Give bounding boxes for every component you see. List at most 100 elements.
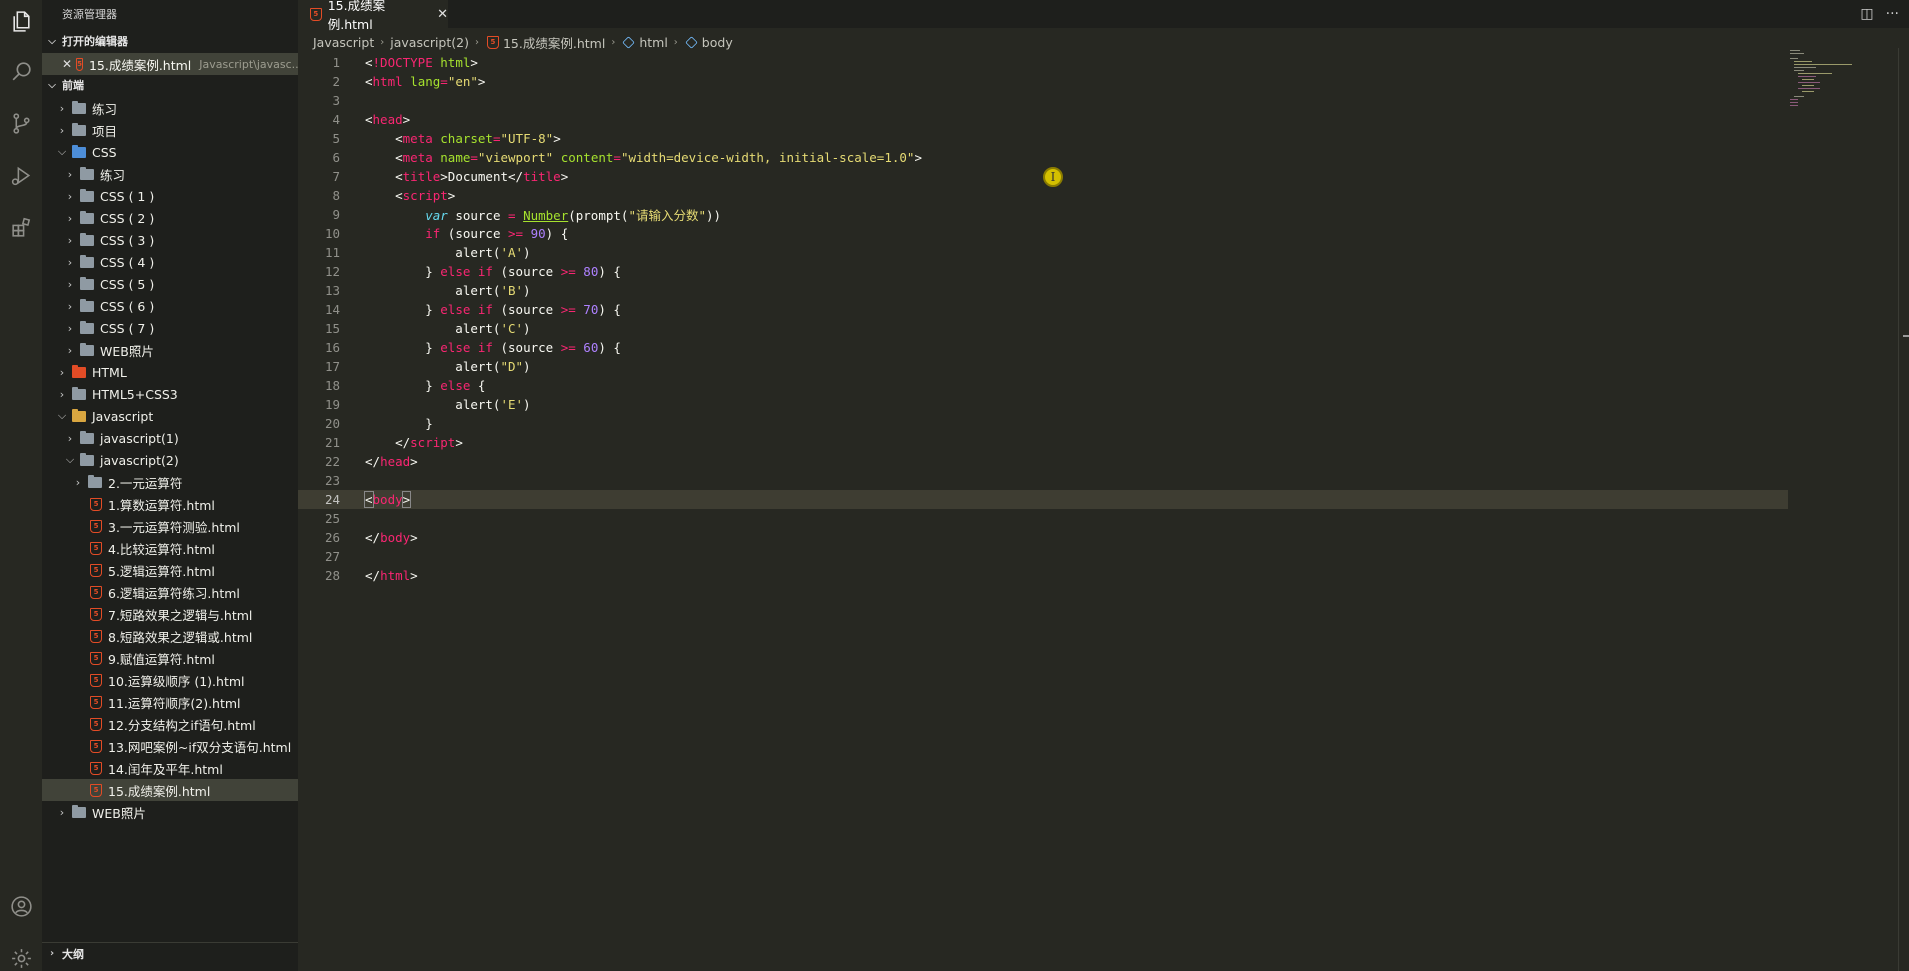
tree-folder[interactable]: › WEB照片 bbox=[42, 339, 298, 361]
split-editor-icon[interactable]: ◫ bbox=[1860, 6, 1873, 22]
code-line[interactable]: 19 alert('E') bbox=[298, 395, 1788, 414]
tree-file[interactable]: 5 10.运算级顺序 (1).html bbox=[42, 669, 298, 691]
search-icon[interactable] bbox=[0, 50, 42, 92]
tree-file[interactable]: 5 8.短路效果之逻辑或.html bbox=[42, 625, 298, 647]
breadcrumb-item[interactable]: body bbox=[702, 35, 733, 50]
editor-tab[interactable]: 5 15.成绩案例.html ✕ bbox=[298, 0, 448, 32]
tree-folder[interactable]: ⌵ javascript(2) bbox=[42, 449, 298, 471]
outline-header[interactable]: › 大纲 bbox=[42, 942, 298, 964]
code-token: name bbox=[440, 150, 471, 165]
tree-file[interactable]: 5 4.比较运算符.html bbox=[42, 537, 298, 559]
code-line[interactable]: 8 <script> bbox=[298, 186, 1788, 205]
tree-folder[interactable]: ⌵ CSS bbox=[42, 141, 298, 163]
code-line[interactable]: 1 <!DOCTYPE html> bbox=[298, 53, 1788, 72]
folder-icon bbox=[72, 804, 86, 818]
code-line[interactable]: 26 </body> bbox=[298, 528, 1788, 547]
code-line[interactable]: 27 bbox=[298, 547, 1788, 566]
code-line[interactable]: 13 alert('B') bbox=[298, 281, 1788, 300]
code-line[interactable]: 2 <html lang="en"> bbox=[298, 72, 1788, 91]
code-line[interactable]: 5 <meta charset="UTF-8"> bbox=[298, 129, 1788, 148]
code-token: if bbox=[425, 226, 441, 241]
tree-folder[interactable]: ⌵ Javascript bbox=[42, 405, 298, 427]
workspace-header[interactable]: ⌵ 前端 bbox=[42, 75, 298, 95]
code-token: script bbox=[402, 188, 448, 203]
run-debug-icon[interactable] bbox=[0, 154, 42, 196]
code-token: title bbox=[402, 169, 441, 184]
tab-close-icon[interactable]: ✕ bbox=[437, 7, 448, 22]
tree-file[interactable]: 5 1.算数运算符.html bbox=[42, 493, 298, 515]
breadcrumb-item[interactable]: javascript(2) bbox=[390, 35, 469, 50]
source-control-icon[interactable] bbox=[0, 102, 42, 144]
tree-folder[interactable]: › CSS ( 6 ) bbox=[42, 295, 298, 317]
code-line[interactable]: 20 } bbox=[298, 414, 1788, 433]
open-editor-item[interactable]: ✕ 5 15.成绩案例.html Javascript\javasc... bbox=[42, 53, 298, 75]
open-editors-header[interactable]: ⌵ 打开的编辑器 bbox=[42, 31, 298, 51]
tree-file[interactable]: 5 12.分支结构之if语句.html bbox=[42, 713, 298, 735]
breadcrumb-item[interactable]: html bbox=[639, 35, 667, 50]
code-token: "en" bbox=[447, 74, 478, 89]
tree-file[interactable]: 5 3.一元运算符测验.html bbox=[42, 515, 298, 537]
chevron-right-icon: › bbox=[67, 167, 73, 181]
code-line[interactable]: 10 if (source >= 90) { bbox=[298, 224, 1788, 243]
code-line[interactable]: 23 bbox=[298, 471, 1788, 490]
tree-folder[interactable]: › CSS ( 5 ) bbox=[42, 273, 298, 295]
open-editor-path: Javascript\javasc... bbox=[199, 57, 298, 71]
code-line[interactable]: 28 </html> bbox=[298, 566, 1788, 585]
tree-folder[interactable]: › 练习 bbox=[42, 97, 298, 119]
code-line[interactable]: 4 <head> bbox=[298, 110, 1788, 129]
code-line[interactable]: 25 bbox=[298, 509, 1788, 528]
tree-item-label: javascript(2) bbox=[100, 452, 179, 468]
code-token: > bbox=[447, 188, 456, 203]
tree-folder[interactable]: › CSS ( 3 ) bbox=[42, 229, 298, 251]
account-icon[interactable] bbox=[0, 885, 42, 927]
breadcrumb-item[interactable]: Javascript bbox=[313, 35, 374, 50]
code-line[interactable]: 24 <body> bbox=[298, 490, 1788, 509]
code-line[interactable]: 3 bbox=[298, 91, 1788, 110]
code-line[interactable]: 18 } else { bbox=[298, 376, 1788, 395]
more-actions-icon[interactable]: ··· bbox=[1886, 6, 1899, 22]
breadcrumb-item[interactable]: 15.成绩案例.html bbox=[503, 33, 605, 52]
tree-file[interactable]: 5 7.短路效果之逻辑与.html bbox=[42, 603, 298, 625]
code-line[interactable]: 14 } else if (source >= 70) { bbox=[298, 300, 1788, 319]
code-line[interactable]: 12 } else if (source >= 80) { bbox=[298, 262, 1788, 281]
vertical-scrollbar[interactable] bbox=[1898, 48, 1909, 971]
tree-folder[interactable]: › HTML bbox=[42, 361, 298, 383]
tree-file[interactable]: 5 14.闰年及平年.html bbox=[42, 757, 298, 779]
code-line[interactable]: 17 alert("D") bbox=[298, 357, 1788, 376]
explorer-icon[interactable] bbox=[0, 0, 42, 42]
tree-folder[interactable]: › CSS ( 7 ) bbox=[42, 317, 298, 339]
code-editor[interactable]: 1 <!DOCTYPE html> 2 <html lang="en"> 3 4 <head… bbox=[298, 53, 1788, 613]
code-line[interactable]: 15 alert('C') bbox=[298, 319, 1788, 338]
settings-gear-icon[interactable] bbox=[0, 937, 42, 971]
tree-folder[interactable]: › 练习 bbox=[42, 163, 298, 185]
code-line[interactable]: 21 </script> bbox=[298, 433, 1788, 452]
code-token: alert( bbox=[365, 321, 501, 336]
tree-file[interactable]: 5 6.逻辑运算符练习.html bbox=[42, 581, 298, 603]
tree-file[interactable]: 5 13.网吧案例~if双分支语句.html bbox=[42, 735, 298, 757]
tree-file[interactable]: 5 5.逻辑运算符.html bbox=[42, 559, 298, 581]
code-line[interactable]: 22 </head> bbox=[298, 452, 1788, 471]
code-token: > bbox=[410, 568, 418, 583]
line-number: 22 bbox=[324, 454, 340, 469]
tree-file[interactable]: 5 11.运算符顺序(2).html bbox=[42, 691, 298, 713]
tree-file[interactable]: 5 15.成绩案例.html bbox=[42, 779, 298, 801]
tree-folder[interactable]: › 项目 bbox=[42, 119, 298, 141]
tree-folder[interactable]: › CSS ( 2 ) bbox=[42, 207, 298, 229]
tree-file[interactable]: 5 9.赋值运算符.html bbox=[42, 647, 298, 669]
close-icon[interactable]: ✕ bbox=[62, 57, 72, 71]
extensions-icon[interactable] bbox=[0, 206, 42, 248]
tree-item-label: CSS bbox=[92, 144, 117, 160]
tree-folder[interactable]: › 2.一元运算符 bbox=[42, 471, 298, 493]
tree-folder[interactable]: › WEB照片 bbox=[42, 801, 298, 823]
tree-folder[interactable]: › CSS ( 1 ) bbox=[42, 185, 298, 207]
code-token: (prompt( bbox=[568, 208, 629, 223]
code-line[interactable]: 16 } else if (source >= 60) { bbox=[298, 338, 1788, 357]
code-line[interactable]: 11 alert('A') bbox=[298, 243, 1788, 262]
code-line[interactable]: 6 <meta name="viewport" content="width=d… bbox=[298, 148, 1788, 167]
tree-folder[interactable]: › HTML5+CSS3 bbox=[42, 383, 298, 405]
tree-folder[interactable]: › javascript(1) bbox=[42, 427, 298, 449]
minimap[interactable] bbox=[1788, 48, 1898, 108]
tree-folder[interactable]: › CSS ( 4 ) bbox=[42, 251, 298, 273]
code-line[interactable]: 9 var source = Number(prompt("请输入分数")) bbox=[298, 205, 1788, 224]
